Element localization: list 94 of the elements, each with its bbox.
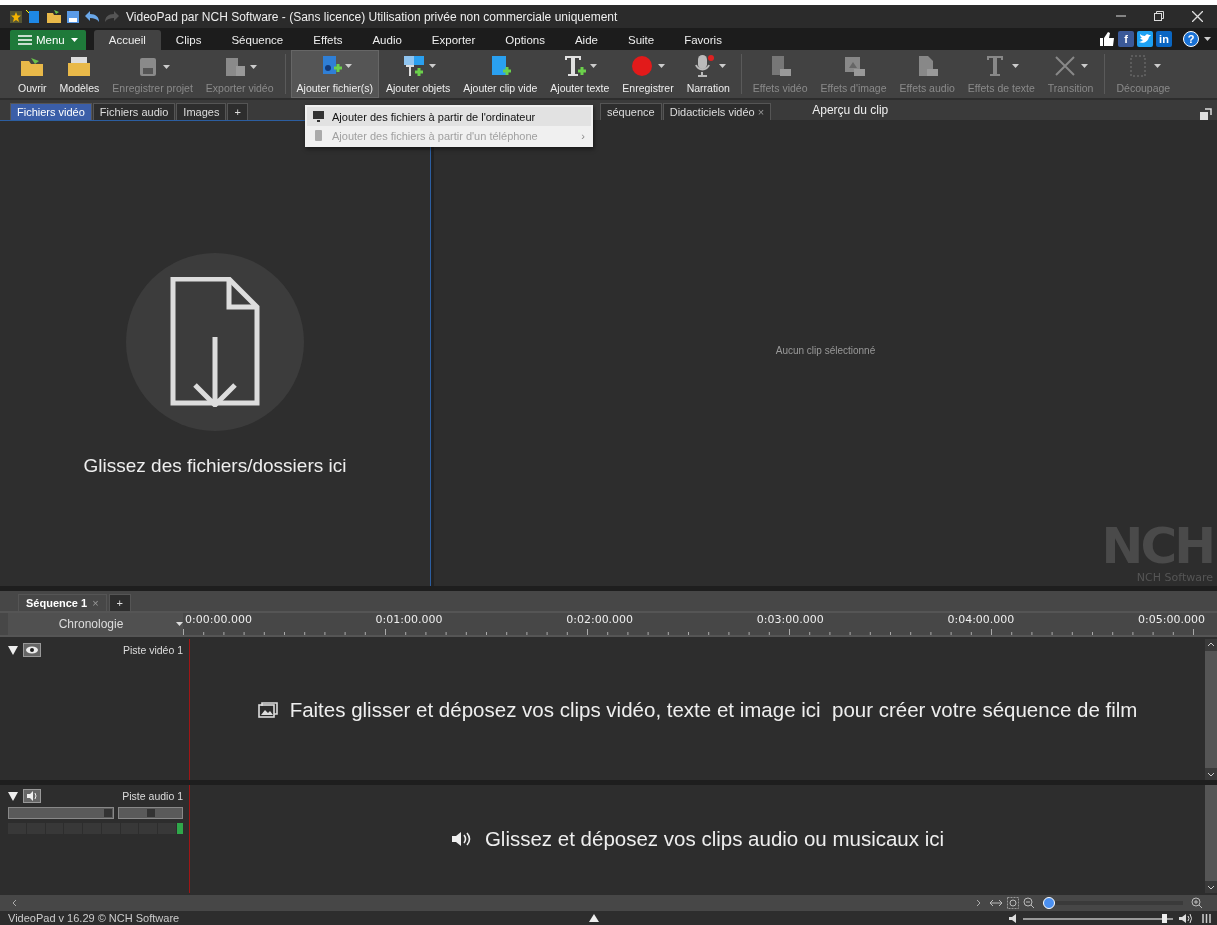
film-icon [26, 9, 42, 24]
up-triangle-icon [589, 914, 600, 922]
sequence-tab[interactable]: + [108, 594, 131, 611]
toolbar-button[interactable]: Ajouter texte [544, 50, 616, 98]
file-download-icon [169, 277, 261, 407]
menu-icon [18, 35, 32, 45]
drop-hint: Glissez des fichiers/dossiers ici [83, 455, 347, 477]
menu-tab[interactable]: Séquence [216, 30, 299, 50]
folder-icon [19, 56, 46, 78]
speaker-loud-icon [1179, 913, 1192, 923]
undo-icon [84, 9, 100, 24]
menu-tab[interactable]: Suite [613, 30, 670, 50]
empty-message: Aucun clip sélectionné [775, 345, 876, 356]
panel-tab[interactable]: + [227, 103, 248, 120]
version-text: VideoPad v 16.29 © NCH Software [8, 912, 180, 924]
text-add-icon [562, 54, 589, 78]
menu-tab[interactable]: Audio [357, 30, 417, 50]
window-title: VideoPad par NCH Software - (Sans licence) Utilisation privée non commerciale uniquement [126, 9, 618, 24]
track-name: Piste vidéo 1 [122, 644, 183, 656]
drop-hint: Glissez et déposez vos clips audio ou musicaux ici [484, 827, 945, 851]
twitter-icon[interactable] [1137, 31, 1153, 47]
panel-tab[interactable]: séquence [600, 103, 662, 120]
zoom-slider[interactable] [1043, 897, 1183, 909]
undock-icon [1200, 108, 1212, 120]
toolbar-button[interactable]: Ajouter clip vide [457, 50, 544, 98]
timeline-mode-dropdown[interactable]: Chronologie [8, 613, 183, 635]
time-label: 0:05:00.000 [1138, 613, 1205, 628]
zoom-in-icon [1191, 897, 1203, 909]
drop-hint: Faites glisser et déposez vos clips vidéo, texte et image ici pour créer votre séquence de film [289, 697, 1138, 722]
toolbar-button[interactable]: Narration [680, 50, 736, 98]
slider-thumb[interactable] [146, 809, 155, 817]
folder-icon [46, 9, 62, 24]
slider-thumb[interactable] [1162, 913, 1168, 923]
chevron-right-icon [975, 899, 983, 907]
speaker-icon [23, 789, 41, 803]
sequence-tab[interactable]: Séquence 1 × [18, 594, 107, 611]
menu-tab[interactable]: Options [490, 30, 560, 50]
expand-triangle-icon[interactable] [8, 645, 18, 655]
slider[interactable] [118, 807, 183, 819]
thumbs-up-icon [1099, 31, 1115, 47]
phone-icon [313, 130, 324, 141]
caret-icon [70, 38, 78, 42]
track-name: Piste audio 1 [122, 790, 183, 802]
menu-item[interactable]: Ajouter des fichiers à partir de l'ordinateur [307, 107, 591, 126]
redo-icon [104, 9, 120, 24]
menu-tab[interactable]: Accueil [93, 30, 161, 50]
panel-tab[interactable]: Images [176, 103, 227, 120]
toolbar-button[interactable]: Ajouter objets [380, 50, 457, 98]
slider-thumb[interactable] [103, 809, 112, 817]
zoom-out-icon [1023, 897, 1035, 909]
eye-icon [23, 643, 41, 657]
slider-thumb[interactable] [1043, 897, 1055, 909]
zoom-fit-icon [1007, 897, 1019, 909]
time-label: 0:01:00.000 [375, 613, 443, 628]
time-label: 0:04:00.000 [947, 613, 1015, 628]
caret-icon [1204, 37, 1211, 41]
help-button[interactable]: ? [1183, 31, 1199, 47]
scrollbar[interactable] [1205, 639, 1217, 780]
toolbar-button[interactable]: Modèles [53, 50, 106, 98]
expand-triangle-icon[interactable] [8, 791, 18, 801]
menu-tab[interactable]: Clips [160, 30, 217, 50]
toolbar-button[interactable]: Ajouter fichier(s) [290, 50, 379, 98]
speaker-icon [450, 831, 473, 847]
toolbar-button[interactable]: Ouvrir [12, 50, 53, 98]
monitor-icon [313, 111, 324, 122]
columns-icon [1202, 913, 1211, 923]
menu-button[interactable]: Menu [10, 30, 86, 50]
time-label: 0:00:00.000 [185, 613, 252, 628]
panel-title: Aperçu du clip [812, 103, 889, 117]
folder-icon [66, 56, 93, 78]
caret-icon [176, 622, 183, 626]
chevron-left-icon [10, 899, 18, 907]
menu-tab[interactable]: Effets [298, 30, 358, 50]
panel-tab[interactable]: Fichiers audio [92, 103, 176, 120]
linkedin-icon[interactable]: in [1156, 31, 1172, 47]
panel-tab[interactable]: Didacticiels vidéo × [662, 103, 772, 120]
toolbar-button[interactable]: Enregistrer [616, 50, 680, 98]
time-label: 0:03:00.000 [756, 613, 824, 628]
close-icon [1192, 11, 1203, 22]
speaker-low-icon [1009, 913, 1017, 923]
menu-tab[interactable]: Aide [559, 30, 613, 50]
panel-tab[interactable]: Fichiers vidéo [10, 103, 92, 120]
facebook-icon[interactable]: f [1118, 31, 1134, 47]
menu-tab[interactable]: Favoris [669, 30, 737, 50]
save-icon [66, 9, 80, 24]
restore-icon [1154, 11, 1164, 21]
star-icon [10, 10, 22, 23]
slider[interactable] [8, 807, 115, 819]
scrollbar[interactable] [1205, 785, 1217, 893]
menu-tab[interactable]: Exporter [416, 30, 491, 50]
fit-width-icon [989, 898, 1003, 908]
image-icon [257, 701, 278, 718]
time-label: 0:02:00.000 [566, 613, 634, 628]
bird-icon [1139, 34, 1151, 44]
